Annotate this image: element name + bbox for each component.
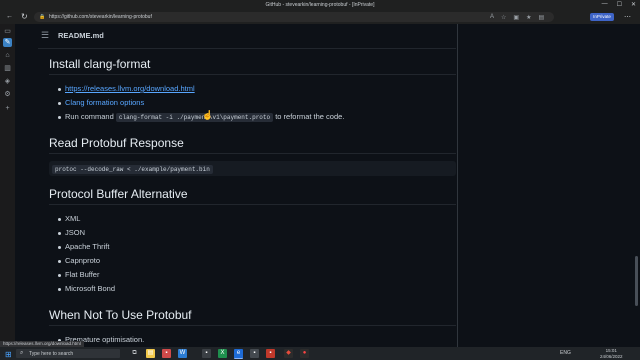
page-content: ☰ README.md Install clang-format https:/… — [15, 24, 640, 347]
heading-install-clang-format: Install clang-format — [49, 57, 151, 71]
list-item: Microsoft Bond — [65, 284, 116, 293]
bullet — [58, 116, 61, 119]
clang-format-command: clang-format -i ./payment\v1\payment.pro… — [115, 113, 274, 122]
taskbar-search[interactable]: ⌕ Type here to search — [16, 349, 120, 358]
favorites-bar-icon[interactable]: ★ — [526, 14, 531, 21]
scrollbar-thumb[interactable] — [635, 256, 638, 306]
content-divider — [457, 24, 458, 347]
bullet — [58, 246, 61, 249]
split-screen-icon[interactable]: ▣ — [513, 14, 519, 21]
readme-filename: README.md — [58, 31, 104, 40]
task-view-icon[interactable]: ⧉ — [130, 349, 139, 358]
outline-list-icon[interactable]: ☰ — [41, 30, 49, 41]
search-icon: ⌕ — [20, 350, 24, 356]
address-bar[interactable]: 🔒 https://github.com/stevearkin/learning… — [34, 12, 554, 22]
app-icon[interactable]: ▪ — [250, 349, 259, 358]
add-icon[interactable]: + — [3, 104, 12, 113]
mouse-cursor-icon: ☝ — [202, 110, 214, 120]
back-arrow-icon[interactable]: ← — [6, 13, 13, 20]
heading-rule — [49, 204, 456, 205]
bullet — [58, 232, 61, 235]
app-icon[interactable]: ● — [300, 349, 309, 358]
code-block: protoc --decode_raw < ./example/payment.… — [49, 161, 456, 176]
clang-options-link[interactable]: Clang formation options — [65, 98, 144, 107]
taskbar-clock[interactable]: 15:01 24/06/2022 — [600, 348, 623, 359]
app-icon[interactable]: ▪ — [162, 349, 171, 358]
close-window-button[interactable]: ✕ — [631, 1, 636, 8]
home-icon[interactable]: ⌂ — [3, 51, 12, 60]
list-item: Flat Buffer — [65, 270, 100, 279]
edge-browser-icon[interactable]: e — [234, 349, 243, 359]
heading-rule — [49, 74, 456, 75]
language-indicator[interactable]: ENG — [560, 350, 571, 356]
window-title: GitHub - stevearkin/learning-protobuf - … — [265, 2, 375, 8]
list-item: XML — [65, 214, 81, 223]
shopping-icon[interactable]: ◈ — [3, 77, 12, 86]
read-aloud-icon[interactable]: A — [490, 14, 494, 21]
window-titlebar: GitHub - stevearkin/learning-protobuf - … — [0, 0, 640, 10]
app-icon[interactable]: ◆ — [284, 349, 293, 358]
heading-rule — [49, 153, 456, 154]
inprivate-badge[interactable]: InPrivate — [590, 13, 614, 21]
collections-icon[interactable]: ▥ — [3, 64, 12, 73]
lock-icon: 🔒 — [39, 14, 46, 20]
windows-taskbar: ⊞ ⌕ Type here to search ⧉ ▤ ▪ W ▪ X e ▪ … — [0, 347, 640, 360]
collections-icon[interactable]: ▤ — [538, 14, 544, 21]
excel-icon[interactable]: X — [218, 349, 227, 358]
word-icon[interactable]: W — [178, 349, 187, 358]
bullet — [58, 288, 61, 291]
browser-toolbar: ← ↻ 🔒 https://github.com/stevearkin/lear… — [0, 10, 640, 24]
protoc-decode-command: protoc --decode_raw < ./example/payment.… — [52, 165, 213, 174]
list-item: Capnproto — [65, 256, 101, 265]
llvm-download-link[interactable]: https://releases.llvm.org/download.html — [65, 84, 195, 93]
maximize-button[interactable]: ☐ — [617, 1, 622, 8]
tab-actions-icon[interactable]: ▭ — [3, 27, 12, 36]
more-icon[interactable]: ⋯ — [624, 13, 631, 21]
list-item: Clang formation options — [65, 98, 144, 107]
page-scrollbar[interactable] — [633, 24, 640, 347]
heading-when-not-to-use-protobuf: When Not To Use Protobuf — [49, 308, 192, 322]
clock-date: 24/06/2022 — [600, 353, 623, 359]
browser-sidebar: ▭ ✎ ⌂ ▥ ◈ ⚙ + — [0, 24, 15, 347]
file-explorer-icon[interactable]: ▤ — [146, 349, 155, 358]
search-placeholder: Type here to search — [29, 351, 74, 357]
heading-protocol-buffer-alternative: Protocol Buffer Alternative — [49, 187, 188, 201]
list-item: Apache Thrift — [65, 242, 110, 251]
toolbar-icons: A ☆ ▣ ★ ▤ — [490, 14, 544, 21]
heading-rule — [49, 325, 456, 326]
heading-read-protobuf-response: Read Protobuf Response — [49, 136, 184, 150]
system-tray: ENG — [560, 350, 571, 356]
favorites-icon[interactable]: ✎ — [3, 38, 12, 47]
tools-icon[interactable]: ⚙ — [3, 90, 12, 99]
app-icon[interactable]: ▪ — [202, 349, 211, 358]
bullet — [58, 102, 61, 105]
readme-header: ☰ README.md — [38, 24, 456, 49]
list-item: JSON — [65, 228, 86, 237]
bullet — [58, 260, 61, 263]
bullet — [58, 274, 61, 277]
url-text[interactable]: https://github.com/stevearkin/learning-p… — [49, 14, 152, 20]
run-command-prefix: Run command — [65, 112, 114, 121]
window-controls: — ☐ ✕ — [602, 1, 636, 8]
windows-start-icon[interactable]: ⊞ — [5, 350, 12, 359]
bullet — [58, 218, 61, 221]
favorite-star-icon[interactable]: ☆ — [501, 14, 506, 21]
list-item: https://releases.llvm.org/download.html — [65, 84, 195, 93]
app-icon[interactable]: ▪ — [266, 349, 275, 358]
minimize-button[interactable]: — — [602, 1, 608, 8]
bullet — [58, 88, 61, 91]
reload-icon[interactable]: ↻ — [21, 12, 28, 21]
run-command-suffix: to reformat the code. — [275, 112, 345, 121]
